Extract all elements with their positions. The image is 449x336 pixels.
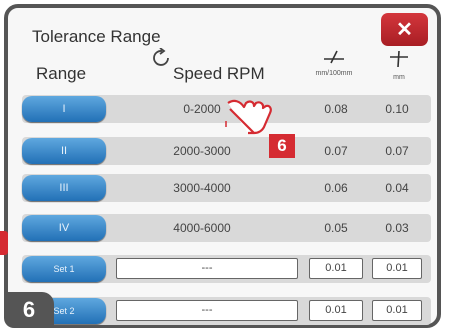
angular-tolerance-icon — [324, 50, 344, 64]
range-button-iv[interactable]: IV — [22, 215, 106, 241]
tolerance-b-value: 0.03 — [385, 221, 409, 235]
set-row-1: Set 1 --- 0.01 0.01 — [22, 255, 431, 283]
offset-tolerance-icon — [390, 50, 408, 68]
tolerance-a-value: 0.08 — [324, 102, 348, 116]
tolerance-a-value: 0.07 — [324, 144, 348, 158]
set-row-2: Set 2 --- 0.01 0.01 — [22, 297, 431, 325]
speed-column-header: Speed RPM — [173, 64, 265, 83]
set-2-tolerance-b-field[interactable]: 0.01 — [372, 300, 422, 321]
tolerance-b-value: 0.07 — [385, 144, 409, 158]
range-row-ii: II 2000-3000 0.07 0.07 — [22, 137, 431, 165]
tolerance-mm-header: mm — [374, 50, 424, 81]
range-row-iv: IV 4000-6000 0.05 0.03 — [22, 214, 431, 242]
range-button-iii[interactable]: III — [22, 175, 106, 201]
tap-hand-icon — [225, 99, 272, 135]
range-row-iii: III 3000-4000 0.06 0.04 — [22, 174, 431, 202]
range-button-i[interactable]: I — [22, 96, 106, 122]
step-number-badge: 6 — [4, 292, 54, 328]
col-a-unit: mm/100mm — [315, 70, 353, 77]
set-button-1[interactable]: Set 1 — [22, 256, 106, 282]
col-b-unit: mm — [393, 74, 405, 81]
tolerance-a-value: 0.05 — [324, 221, 348, 235]
set-1-tolerance-a-field[interactable]: 0.01 — [309, 258, 363, 279]
range-column-header: Range — [36, 64, 87, 83]
set-2-speed-field[interactable]: --- — [116, 300, 298, 321]
set-2-tolerance-a-field[interactable]: 0.01 — [309, 300, 363, 321]
speed-range: 2000-3000 — [173, 144, 231, 158]
range-button-ii[interactable]: II — [22, 138, 106, 164]
tolerance-per-100mm-header: mm/100mm — [306, 50, 362, 77]
speed-range: 4000-6000 — [173, 221, 231, 235]
set-1-speed-field[interactable]: --- — [116, 258, 298, 279]
tolerance-a-value: 0.06 — [324, 181, 348, 195]
edge-callout-badge: 6 — [0, 231, 8, 255]
step-callout-badge: 6 — [269, 134, 295, 158]
rotation-icon — [153, 48, 169, 66]
window-title: Tolerance Range — [32, 27, 161, 46]
close-button[interactable]: ✕ — [381, 13, 428, 46]
tolerance-b-value: 0.04 — [385, 181, 409, 195]
speed-range: 3000-4000 — [173, 181, 231, 195]
tolerance-b-value: 0.10 — [385, 102, 409, 116]
set-1-tolerance-b-field[interactable]: 0.01 — [372, 258, 422, 279]
